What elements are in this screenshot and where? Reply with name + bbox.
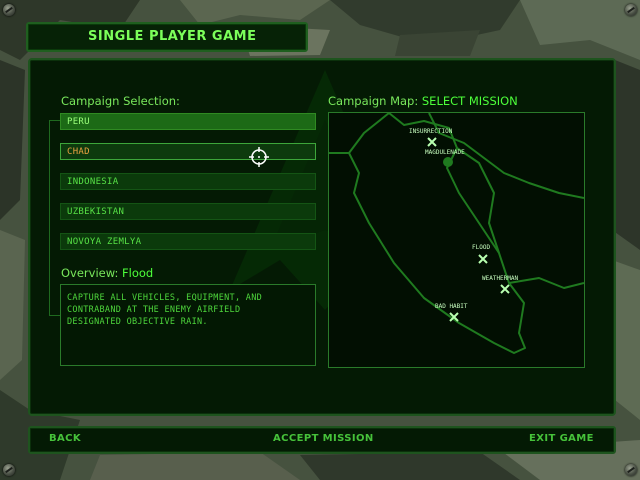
accept-mission-button[interactable]: ACCEPT MISSION: [273, 433, 374, 444]
campaign-item-indonesia[interactable]: INDONESIA: [60, 173, 316, 190]
map-marker-bad-habit[interactable]: [448, 311, 460, 323]
map-label-magdulenade: MAGDULENADE: [425, 149, 465, 156]
title-bar: SINGLE PLAYER GAME: [26, 22, 308, 52]
campaign-map[interactable]: INSURRECTION MAGDULENADE FLOOD WEATHERMA…: [328, 112, 585, 368]
map-marker-weatherman[interactable]: [499, 283, 511, 295]
campaign-item-peru[interactable]: PERU: [60, 113, 316, 130]
map-marker-flood[interactable]: [477, 253, 489, 265]
overview-heading: Overview: Flood: [61, 266, 153, 280]
back-button[interactable]: BACK: [49, 433, 81, 444]
campaign-item-label: INDONESIA: [67, 177, 119, 187]
campaign-item-label: UZBEKISTAN: [67, 207, 125, 217]
corner-bolt-icon: [625, 4, 637, 16]
map-label-weatherman: WEATHERMAN: [482, 275, 519, 282]
crosshair-cursor-icon: [249, 147, 269, 167]
map-label-flood: FLOOD: [472, 244, 491, 251]
map-label-bad-habit: BAD HABIT: [435, 303, 468, 310]
overview-text-box: CAPTURE ALL VEHICLES, EQUIPMENT, AND CON…: [60, 284, 316, 366]
bottom-button-bar: BACK ACCEPT MISSION EXIT GAME: [28, 426, 616, 454]
overview-text-line: CONTRABAND AT THE ENEMY AIRFIELD: [67, 305, 241, 315]
campaign-selection-heading: Campaign Selection:: [61, 94, 180, 108]
overview-heading-label: Overview:: [61, 266, 119, 280]
campaign-item-chad[interactable]: CHAD: [60, 143, 316, 160]
map-label-insurrection: INSURRECTION: [409, 128, 453, 135]
corner-bolt-icon: [625, 464, 637, 476]
campaign-item-uzbekistan[interactable]: UZBEKISTAN: [60, 203, 316, 220]
overview-text-line: DESIGNATED OBJECTIVE RAIN.: [67, 317, 208, 327]
campaign-map-heading: Campaign Map: SELECT MISSION: [328, 94, 518, 108]
campaign-item-label: NOVOYA ZEMLYA: [67, 237, 142, 247]
list-bracket: [49, 120, 60, 316]
corner-bolt-icon: [3, 4, 15, 16]
campaign-item-label: CHAD: [67, 147, 90, 157]
exit-game-button[interactable]: EXIT GAME: [529, 433, 594, 444]
campaign-item-label: PERU: [67, 117, 90, 127]
campaign-item-novoya-zemlya[interactable]: NOVOYA ZEMLYA: [60, 233, 316, 250]
page-title: SINGLE PLAYER GAME: [88, 29, 257, 44]
campaign-map-heading-label: Campaign Map:: [328, 94, 419, 108]
campaign-map-status: SELECT MISSION: [421, 94, 518, 108]
overview-text-line: CAPTURE ALL VEHICLES, EQUIPMENT, AND: [67, 293, 263, 303]
map-location-dot: [443, 157, 453, 167]
map-marker-insurrection[interactable]: [426, 136, 438, 148]
overview-mission-name: Flood: [122, 266, 154, 280]
corner-bolt-icon: [3, 464, 15, 476]
